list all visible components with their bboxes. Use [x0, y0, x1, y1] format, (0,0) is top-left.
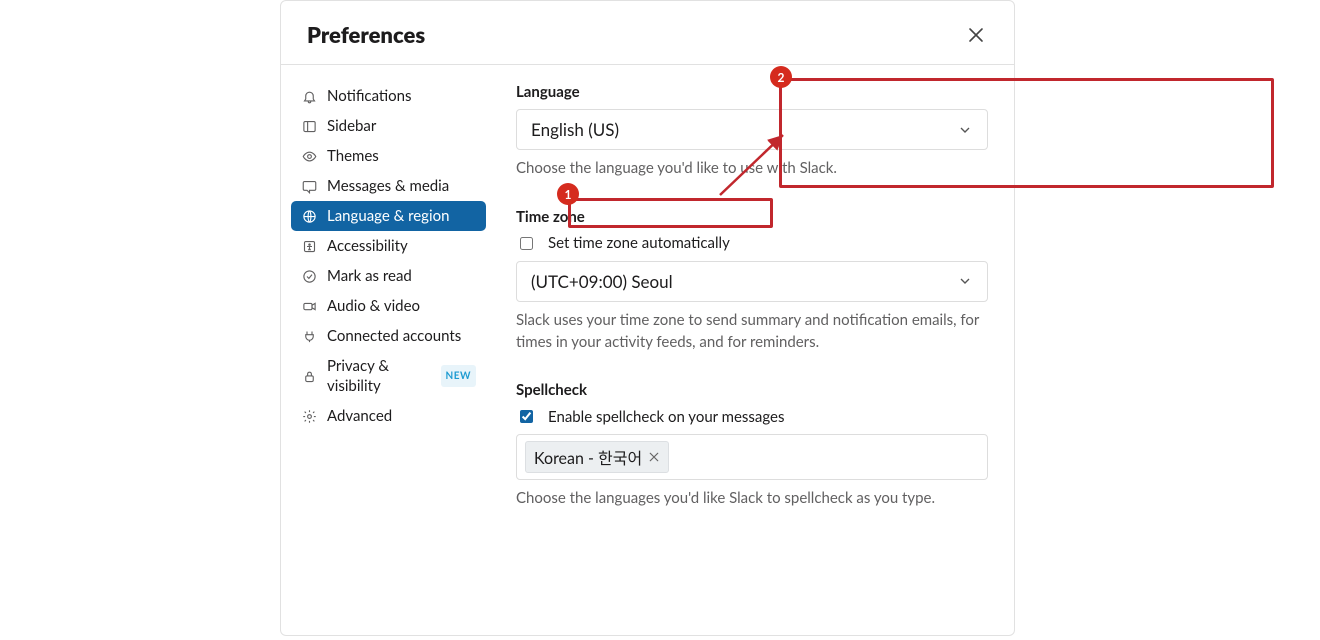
chevron-down-icon — [957, 273, 973, 289]
spellcheck-language-tag: Korean - 한국어 — [525, 441, 669, 473]
timezone-auto-checkbox[interactable] — [520, 237, 533, 250]
sidebar-item-language-region[interactable]: Language & region — [291, 201, 486, 231]
language-label: Language — [516, 83, 988, 101]
spellcheck-enable-label: Enable spellcheck on your messages — [548, 408, 784, 426]
spellcheck-label: Spellcheck — [516, 381, 988, 399]
person-icon — [301, 238, 317, 254]
language-selected-value: English (US) — [531, 119, 619, 140]
lock-icon — [301, 368, 317, 384]
language-select[interactable]: English (US) — [516, 109, 988, 150]
sidebar-item-label: Connected accounts — [327, 326, 461, 346]
sidebar-item-mark-read[interactable]: Mark as read — [291, 261, 486, 291]
sidebar-item-label: Mark as read — [327, 266, 412, 286]
sidebar-item-audio-video[interactable]: Audio & video — [291, 291, 486, 321]
tag-label: Korean - 한국어 — [534, 445, 642, 469]
spellcheck-enable-checkbox[interactable] — [520, 410, 533, 423]
sidebar-item-accessibility[interactable]: Accessibility — [291, 231, 486, 261]
modal-body: Notifications Sidebar Themes — [281, 65, 1014, 635]
preferences-modal: Preferences Notifications — [280, 0, 1015, 636]
sidebar-item-notifications[interactable]: Notifications — [291, 81, 486, 111]
chat-icon — [301, 178, 317, 194]
sidebar-item-label: Sidebar — [327, 116, 376, 136]
preferences-content: Language English (US) Choose the languag… — [496, 65, 1014, 635]
close-icon — [968, 27, 984, 43]
timezone-auto-label: Set time zone automatically — [548, 234, 730, 252]
section-spellcheck: Spellcheck Enable spellcheck on your mes… — [516, 381, 988, 510]
sidebar-item-label: Audio & video — [327, 296, 420, 316]
camera-icon — [301, 298, 317, 314]
spellcheck-enable-row[interactable]: Enable spellcheck on your messages — [516, 407, 988, 426]
sidebar-item-label: Messages & media — [327, 176, 449, 196]
sidebar-item-label: Advanced — [327, 406, 392, 426]
section-timezone: Time zone Set time zone automatically (U… — [516, 208, 988, 354]
timezone-auto-row[interactable]: Set time zone automatically — [516, 234, 988, 253]
modal-header: Preferences — [281, 1, 1014, 65]
check-circle-icon — [301, 268, 317, 284]
sidebar-item-label: Language & region — [327, 206, 449, 226]
chevron-down-icon — [957, 122, 973, 138]
language-helper: Choose the language you'd like to use wi… — [516, 158, 988, 180]
timezone-helper: Slack uses your time zone to send summar… — [516, 310, 988, 354]
timezone-label: Time zone — [516, 208, 988, 226]
sidebar-item-label: Themes — [327, 146, 379, 166]
spellcheck-language-input[interactable]: Korean - 한국어 — [516, 434, 988, 480]
sidebar-item-advanced[interactable]: Advanced — [291, 401, 486, 431]
sidebar-item-label: Accessibility — [327, 236, 408, 256]
sidebar-icon — [301, 118, 317, 134]
bell-icon — [301, 88, 317, 104]
sidebar-item-connected-accounts[interactable]: Connected accounts — [291, 321, 486, 351]
spellcheck-helper: Choose the languages you'd like Slack to… — [516, 488, 988, 510]
sidebar-item-sidebar[interactable]: Sidebar — [291, 111, 486, 141]
modal-title: Preferences — [307, 21, 425, 48]
sidebar-item-messages-media[interactable]: Messages & media — [291, 171, 486, 201]
sidebar-item-privacy-visibility[interactable]: Privacy & visibility NEW — [291, 351, 486, 401]
timezone-selected-value: (UTC+09:00) Seoul — [531, 271, 673, 292]
eye-icon — [301, 148, 317, 164]
close-button[interactable] — [964, 23, 988, 47]
preferences-sidebar: Notifications Sidebar Themes — [281, 65, 496, 635]
globe-icon — [301, 208, 317, 224]
new-badge: NEW — [441, 365, 476, 387]
timezone-select[interactable]: (UTC+09:00) Seoul — [516, 261, 988, 302]
sidebar-item-label: Privacy & visibility — [327, 356, 431, 396]
section-language: Language English (US) Choose the languag… — [516, 83, 988, 180]
sidebar-item-label: Notifications — [327, 86, 412, 106]
gear-icon — [301, 408, 317, 424]
sidebar-item-themes[interactable]: Themes — [291, 141, 486, 171]
plug-icon — [301, 328, 317, 344]
tag-remove-icon[interactable] — [648, 451, 660, 463]
